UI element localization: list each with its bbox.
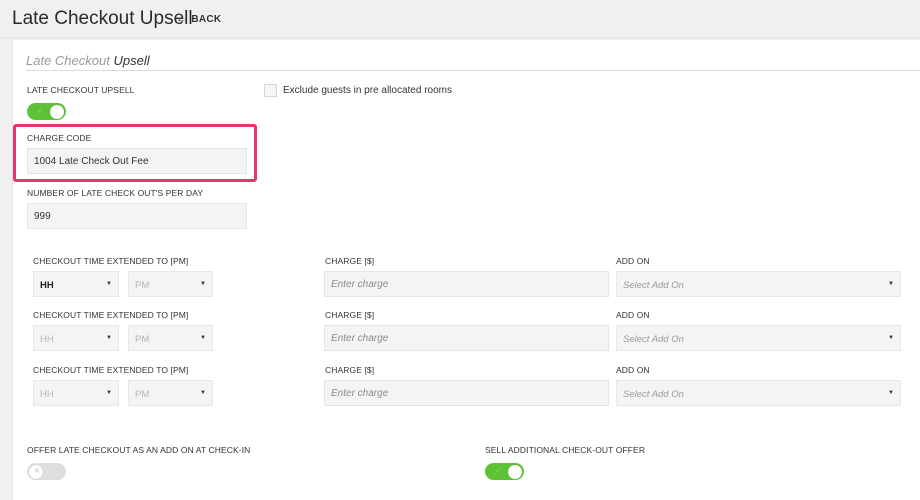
offer-at-checkin-toggle[interactable]: ✕	[27, 463, 66, 480]
charge-input[interactable]: Enter charge	[324, 325, 609, 351]
checkouts-per-day-label: NUMBER OF LATE CHECK OUT'S PER DAY	[27, 188, 204, 198]
toggle-knob	[50, 104, 64, 119]
chevron-down-icon: ▼	[106, 281, 112, 287]
toggle-x-icon: ✕	[34, 468, 40, 475]
charge-input[interactable]: Enter charge	[324, 380, 609, 406]
hour-select[interactable]: HH ▼	[33, 325, 119, 351]
chevron-down-icon: ▼	[200, 281, 206, 287]
add-on-select[interactable]: Select Add On ▼	[616, 380, 901, 406]
exclude-pre-allocated-label: Exclude guests in pre allocated rooms	[283, 85, 452, 96]
charge-code-label: CHARGE CODE	[27, 133, 92, 143]
toggle-knob	[508, 464, 522, 479]
charge-label: CHARGE [$]	[325, 310, 375, 320]
sell-additional-offer-label: SELL ADDITIONAL CHECK-OUT OFFER	[485, 445, 646, 455]
late-checkout-upsell-label: LATE CHECKOUT UPSELL	[27, 85, 135, 95]
ampm-value: PM	[135, 389, 150, 400]
section-title-light: Late Checkout	[26, 53, 110, 68]
chevron-down-icon: ▼	[888, 281, 894, 287]
add-on-value: Select Add On	[623, 389, 684, 400]
ampm-select[interactable]: PM ▼	[128, 380, 213, 406]
section-divider	[26, 70, 920, 71]
chevron-down-icon: ▼	[888, 335, 894, 341]
chevron-down-icon: ▼	[200, 335, 206, 341]
section-title: Late Checkout Upsell	[26, 53, 150, 68]
add-on-value: Select Add On	[623, 334, 684, 345]
toggle-check-icon: ✓	[37, 108, 43, 115]
offer-at-checkin-label: OFFER LATE CHECKOUT AS AN ADD ON AT CHEC…	[27, 445, 251, 455]
exclude-pre-allocated-checkbox[interactable]	[264, 84, 277, 97]
page-title: Late Checkout Upsell	[12, 8, 193, 29]
add-on-label: ADD ON	[616, 256, 650, 266]
ampm-select[interactable]: PM ▼	[128, 271, 213, 297]
checkout-time-label: CHECKOUT TIME EXTENDED TO [PM]	[33, 365, 189, 375]
section-title-dark: Upsell	[113, 53, 150, 68]
hour-select[interactable]: HH ▼	[33, 380, 119, 406]
charge-input[interactable]: Enter charge	[324, 271, 609, 297]
add-on-select[interactable]: Select Add On ▼	[616, 271, 901, 297]
top-bar: Late Checkout Upsell ← BACK	[0, 0, 920, 38]
chevron-down-icon: ▼	[106, 335, 112, 341]
add-on-label: ADD ON	[616, 365, 650, 375]
back-label: BACK	[191, 14, 222, 25]
toggle-check-icon: ✓	[495, 468, 501, 475]
ampm-value: PM	[135, 280, 150, 291]
hour-value: HH	[40, 334, 54, 345]
ampm-select[interactable]: PM ▼	[128, 325, 213, 351]
add-on-value: Select Add On	[623, 280, 684, 291]
hour-value: HH	[40, 389, 54, 400]
charge-code-input[interactable]: 1004 Late Check Out Fee	[27, 148, 247, 174]
add-on-select[interactable]: Select Add On ▼	[616, 325, 901, 351]
checkout-time-label: CHECKOUT TIME EXTENDED TO [PM]	[33, 310, 189, 320]
sell-additional-offer-toggle[interactable]: ✓	[485, 463, 524, 480]
hour-value: HH	[40, 280, 54, 291]
checkouts-per-day-input[interactable]: 999	[27, 203, 247, 229]
chevron-down-icon: ▼	[200, 390, 206, 396]
chevron-down-icon: ▼	[106, 390, 112, 396]
charge-label: CHARGE [$]	[325, 256, 375, 266]
chevron-down-icon: ▼	[888, 390, 894, 396]
upsell-settings-card: Late Checkout Upsell LATE CHECKOUT UPSEL…	[12, 40, 920, 500]
back-arrow-icon: ←	[176, 13, 188, 25]
ampm-value: PM	[135, 334, 150, 345]
late-checkout-upsell-toggle[interactable]: ✓	[27, 103, 66, 120]
hour-select[interactable]: HH ▼	[33, 271, 119, 297]
back-button[interactable]: ← BACK	[176, 13, 221, 25]
add-on-label: ADD ON	[616, 310, 650, 320]
charge-label: CHARGE [$]	[325, 365, 375, 375]
checkout-time-label: CHECKOUT TIME EXTENDED TO [PM]	[33, 256, 189, 266]
